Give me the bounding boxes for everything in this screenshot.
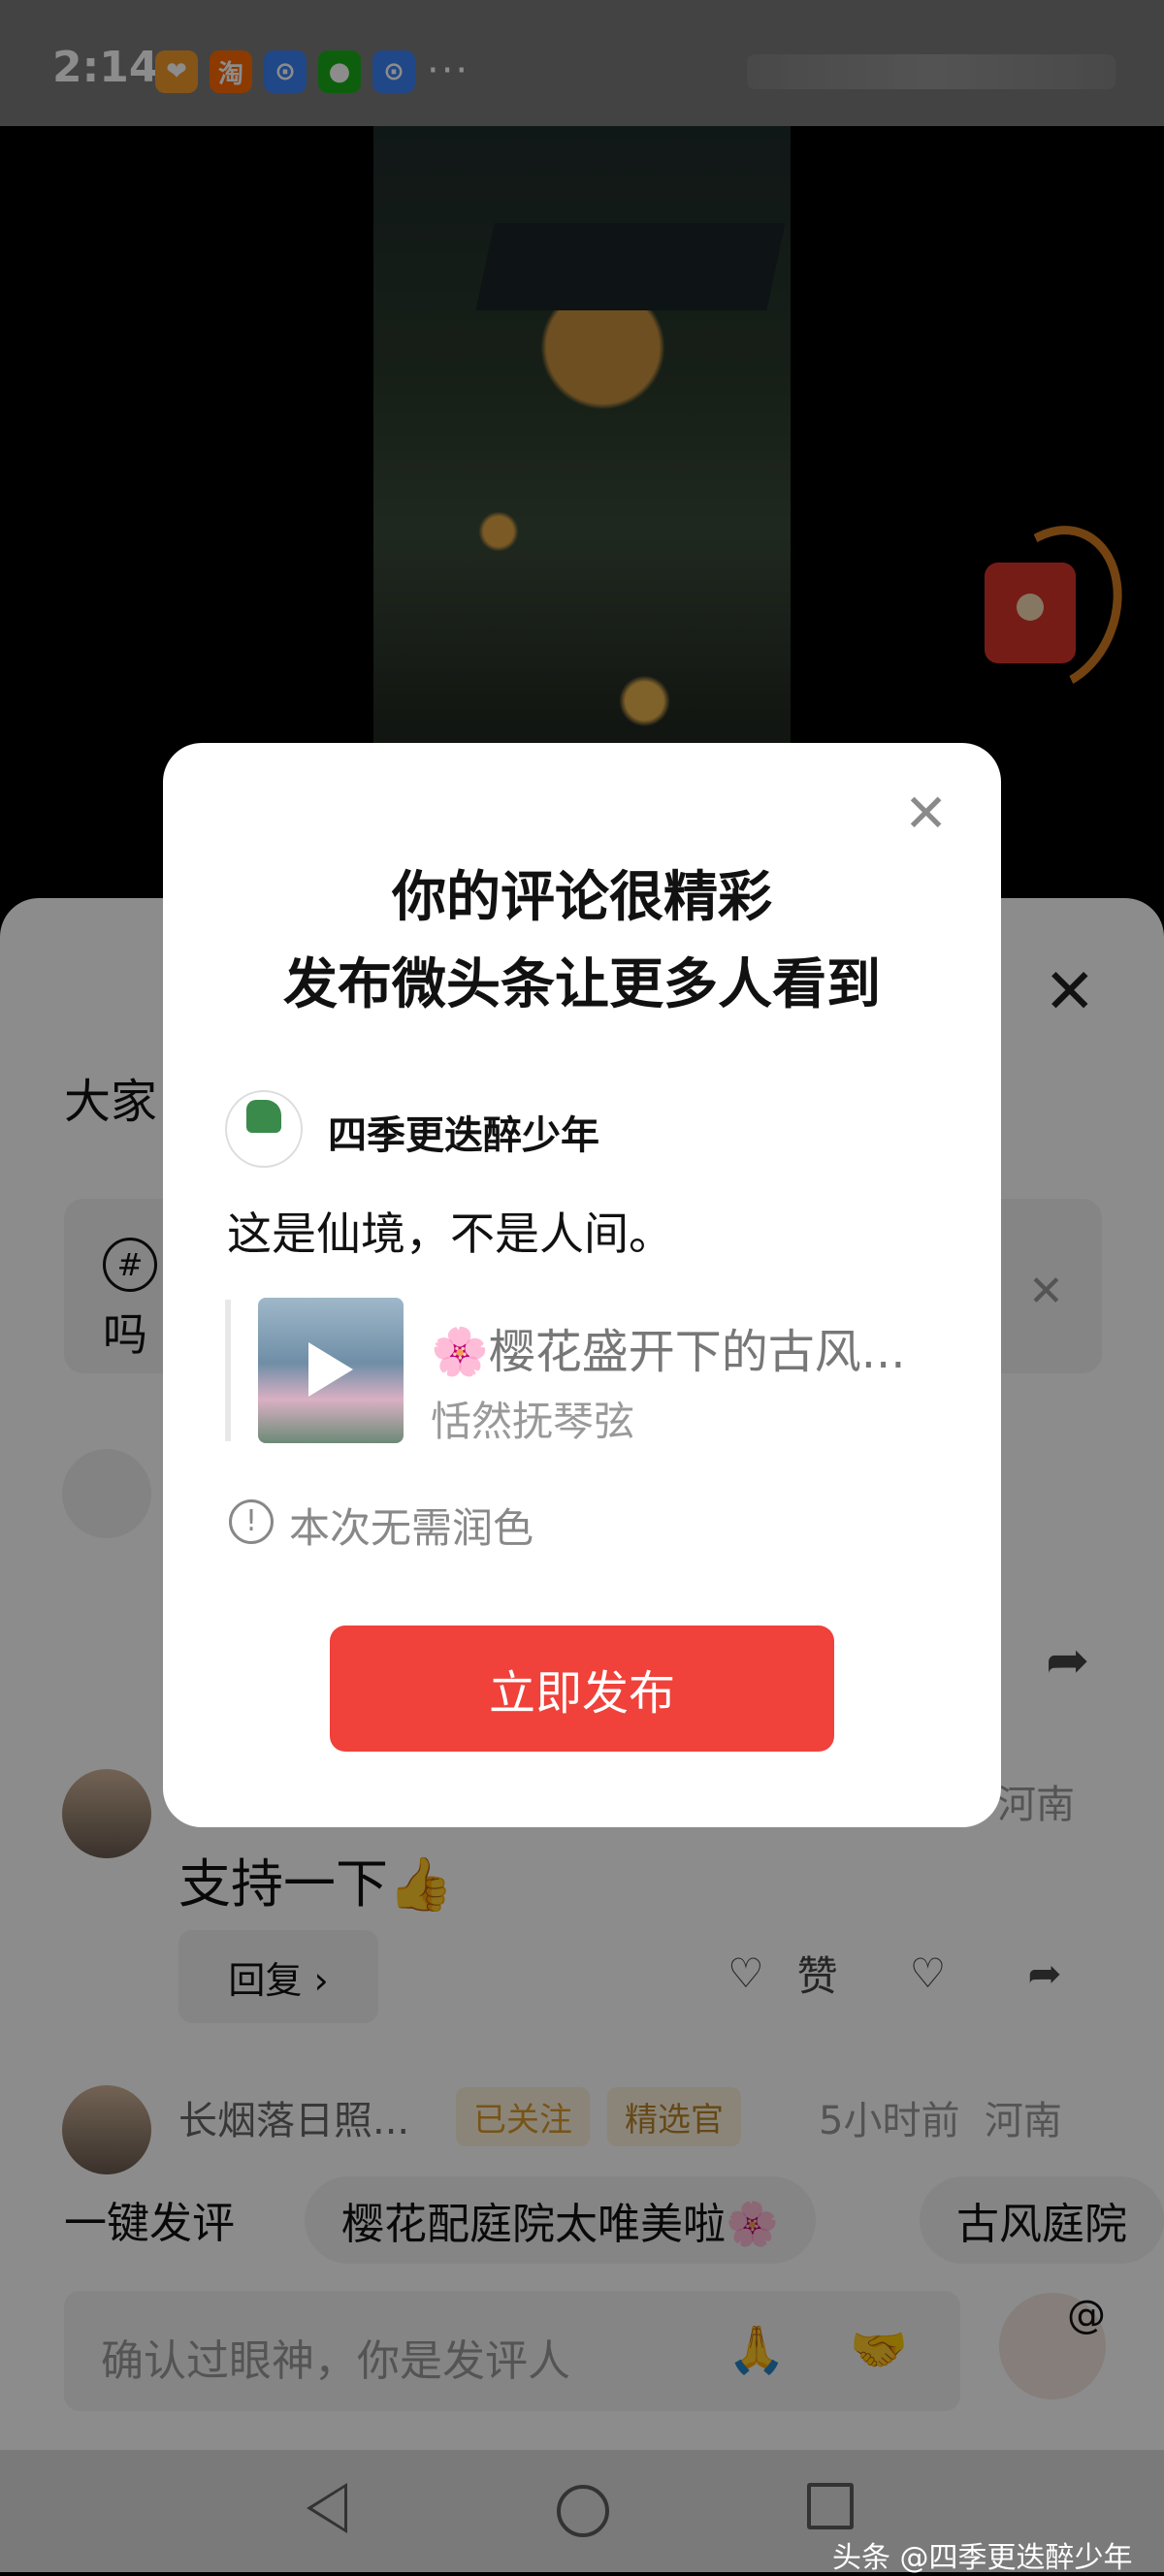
info-icon: ! xyxy=(229,1499,274,1544)
back-icon[interactable] xyxy=(307,2483,347,2533)
watermark: 头条 @四季更迭醉少年 xyxy=(832,2541,1133,2575)
username: 四季更迭醉少年 xyxy=(328,1113,599,1158)
home-icon[interactable] xyxy=(557,2485,609,2537)
close-icon[interactable]: ✕ xyxy=(904,788,948,840)
comment-preview: 这是仙境，不是人间。 xyxy=(227,1208,673,1260)
recent-apps-icon[interactable] xyxy=(807,2483,854,2529)
play-icon xyxy=(308,1342,353,1397)
video-author: 恬然抚琴弦 xyxy=(431,1398,635,1445)
publish-button[interactable]: 立即发布 xyxy=(330,1626,834,1752)
modal-subtitle: 发布微头条让更多人看到 xyxy=(283,953,881,1016)
notice-text: 本次无需润色 xyxy=(289,1504,534,1552)
video-title: 🌸樱花盛开下的古风... xyxy=(431,1325,906,1379)
modal-title: 你的评论很精彩 xyxy=(392,866,772,929)
quote-divider xyxy=(225,1300,231,1441)
horse-logo-icon xyxy=(246,1100,281,1133)
